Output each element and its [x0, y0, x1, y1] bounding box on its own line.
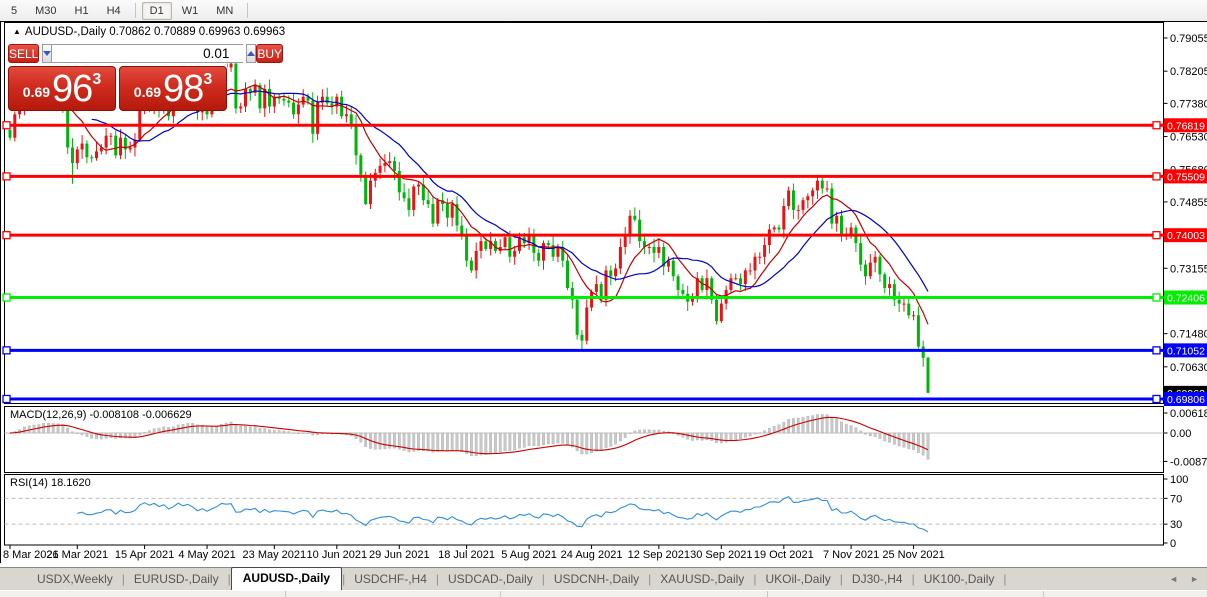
chart-header: ▲ AUDUSD-,Daily 0.70862 0.70889 0.69963 0…	[13, 26, 285, 38]
svg-text:29 Jun 2021: 29 Jun 2021	[369, 549, 430, 561]
macd-indicator-label: MACD(12,26,9) -0.008108 -0.006629	[10, 409, 192, 421]
svg-text:0.71480: 0.71480	[1170, 329, 1207, 341]
symbol-ohlc-text: AUDUSD-,Daily 0.70862 0.70889 0.69963 0.…	[25, 26, 285, 38]
chart-tab-audusddaily[interactable]: AUDUSD-,Daily	[231, 567, 342, 590]
tab-scroll-right-icon[interactable]: ►	[1190, 575, 1199, 584]
svg-text:0.71052: 0.71052	[1167, 345, 1205, 357]
svg-text:0.69806: 0.69806	[1167, 394, 1205, 406]
chart-tab-dj30h4[interactable]: DJ30-,H4	[843, 569, 912, 590]
svg-text:0: 0	[1170, 538, 1176, 550]
buy-price-big: 98	[163, 71, 203, 107]
svg-text:0.79055: 0.79055	[1170, 33, 1207, 45]
svg-text:7 Nov 2021: 7 Nov 2021	[823, 549, 879, 561]
svg-text:12 Sep 2021: 12 Sep 2021	[628, 549, 690, 561]
svg-text:0.73155: 0.73155	[1170, 263, 1207, 275]
svg-text:100: 100	[1170, 474, 1188, 486]
buy-price-box[interactable]: 0.69 98 3	[119, 66, 227, 111]
svg-text:-0.00878: -0.00878	[1170, 456, 1207, 468]
svg-text:0.76819: 0.76819	[1167, 120, 1205, 132]
chart-tab-eurusddaily[interactable]: EURUSD-,Daily	[125, 569, 228, 590]
svg-text:23 May 2021: 23 May 2021	[243, 549, 307, 561]
triangle-up-icon	[247, 51, 255, 56]
toolbar-separator	[135, 3, 136, 18]
timeframe-button-mn[interactable]: MN	[208, 2, 241, 20]
svg-text:18 Jul 2021: 18 Jul 2021	[438, 549, 495, 561]
date-axis[interactable]: 8 Mar 202126 Mar 202115 Apr 20214 May 20…	[3, 545, 945, 561]
sell-price-big: 96	[52, 71, 92, 107]
chart-tab-bar: USDX,Weekly|EURUSD-,Daily|AUDUSD-,Daily|…	[0, 567, 1207, 590]
svg-text:0.74003: 0.74003	[1167, 230, 1205, 242]
chart-tab-usdcaddaily[interactable]: USDCAD-,Daily	[439, 569, 542, 590]
chart-tab-usdcnhdaily[interactable]: USDCNH-,Daily	[545, 569, 648, 590]
collapse-arrow-icon[interactable]: ▲	[13, 27, 21, 36]
timeframe-button-h4[interactable]: H4	[99, 2, 129, 20]
timeframe-button-h1[interactable]: H1	[67, 2, 97, 20]
sell-price-prefix: 0.69	[23, 84, 50, 100]
svg-text:0.74855: 0.74855	[1170, 197, 1207, 209]
svg-text:15 Apr 2021: 15 Apr 2021	[115, 549, 174, 561]
svg-text:0.72406: 0.72406	[1167, 293, 1205, 305]
svg-text:0.00: 0.00	[1170, 428, 1191, 440]
buy-button[interactable]: BUY	[256, 44, 283, 63]
triangle-down-icon	[43, 51, 51, 56]
horizontal-lines[interactable]	[3, 122, 1164, 403]
chart-tab-uk100daily[interactable]: UK100-,Daily	[915, 569, 1004, 590]
buy-price-prefix: 0.69	[134, 84, 161, 100]
tab-separator: |	[1003, 572, 1006, 590]
moving-averages	[49, 85, 929, 324]
svg-text:25 Nov 2021: 25 Nov 2021	[882, 549, 944, 561]
svg-text:0.76530: 0.76530	[1170, 132, 1207, 144]
svg-text:70: 70	[1170, 493, 1182, 505]
chart-tab-usdxweekly[interactable]: USDX,Weekly	[28, 569, 122, 590]
svg-text:10 Jun 2021: 10 Jun 2021	[307, 549, 368, 561]
svg-text:30: 30	[1170, 519, 1182, 531]
tab-scroll-controls: ◄ ►	[1169, 575, 1199, 584]
svg-text:5 Aug 2021: 5 Aug 2021	[501, 549, 557, 561]
one-click-trading-panel: SELL BUY 0.69 96 3 0.69 98 3	[8, 44, 227, 111]
sell-price-box[interactable]: 0.69 96 3	[8, 66, 116, 111]
svg-text:0.78205: 0.78205	[1170, 66, 1207, 78]
volume-decrease-button[interactable]	[42, 44, 52, 63]
svg-text:24 Aug 2021: 24 Aug 2021	[561, 549, 623, 561]
timeframe-button-d1[interactable]: D1	[142, 2, 172, 20]
chart-tab-ukoildaily[interactable]: UKOil-,Daily	[756, 569, 839, 590]
svg-text:26 Mar 2021: 26 Mar 2021	[46, 549, 108, 561]
svg-text:0.70630: 0.70630	[1170, 362, 1207, 374]
svg-text:0.77380: 0.77380	[1170, 98, 1207, 110]
timeframe-button-m30[interactable]: M30	[27, 2, 64, 20]
sell-button[interactable]: SELL	[8, 44, 39, 63]
svg-text:4 May 2021: 4 May 2021	[178, 549, 235, 561]
volume-increase-button[interactable]	[246, 44, 256, 63]
sell-price-sup: 3	[92, 71, 101, 89]
volume-input[interactable]	[52, 44, 243, 63]
svg-text:30 Sep 2021: 30 Sep 2021	[690, 549, 752, 561]
chart-tab-usdchfh4[interactable]: USDCHF-,H4	[345, 569, 436, 590]
timeframe-button-5[interactable]: 5	[3, 2, 25, 20]
chart-tab-xauusddaily[interactable]: XAUUSD-,Daily	[651, 569, 753, 590]
rsi-indicator-label: RSI(14) 18.1620	[10, 477, 91, 489]
svg-text:19 Oct 2021: 19 Oct 2021	[754, 549, 814, 561]
rsi-panel: 100 70 30 0	[5, 474, 1189, 550]
svg-text:0.006181: 0.006181	[1170, 408, 1207, 420]
timeframe-toolbar: 5M30H1H4 D1W1MN	[0, 0, 1207, 21]
timeframe-button-w1[interactable]: W1	[174, 2, 207, 20]
tab-scroll-left-icon[interactable]: ◄	[1169, 575, 1178, 584]
svg-text:0.75509: 0.75509	[1167, 171, 1205, 183]
price-axis[interactable]: 0.790550.782050.773800.765300.756800.748…	[1164, 33, 1207, 374]
status-strip	[0, 590, 1207, 597]
toolbar-separator	[247, 3, 248, 18]
buy-price-sup: 3	[203, 71, 212, 89]
